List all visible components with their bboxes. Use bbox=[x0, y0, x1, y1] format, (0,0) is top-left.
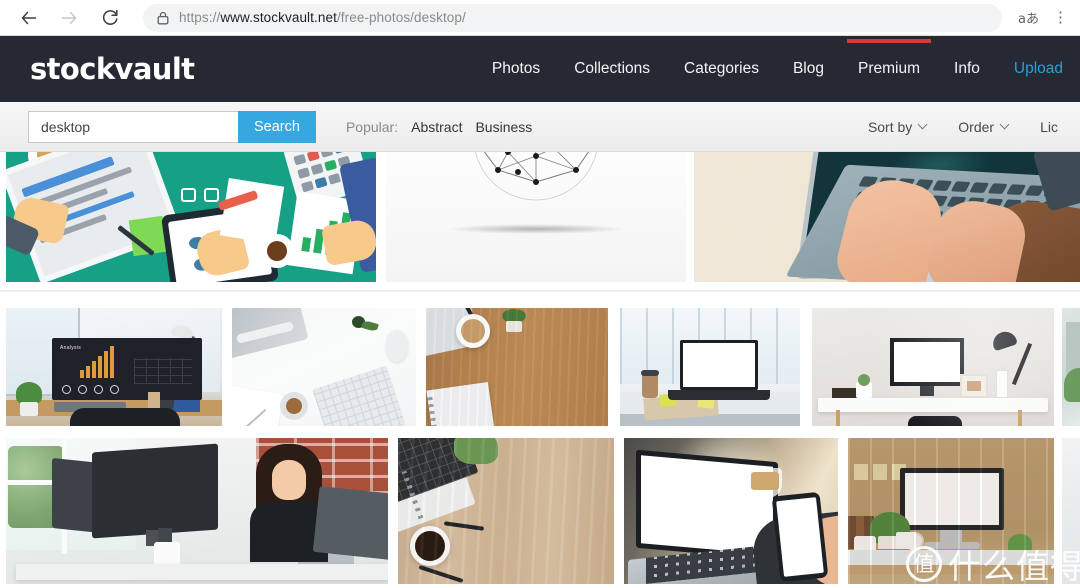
more-options-icon[interactable]: ⋮ bbox=[1047, 10, 1074, 25]
search-box: Search bbox=[28, 110, 316, 143]
nav-label: Collections bbox=[574, 60, 650, 77]
laptop-by-window-photo bbox=[620, 308, 800, 426]
url-scheme: https:// bbox=[179, 10, 221, 25]
globe-drop-shadow bbox=[446, 224, 626, 234]
typing-on-laptop-photo bbox=[694, 152, 1080, 282]
hero-thumb-flat-design-teal-office-desk-illustration[interactable] bbox=[6, 152, 376, 282]
browser-chrome: https://www.stockvault.net/free-photos/d… bbox=[0, 0, 1080, 36]
thumb-white-desk-monitor-lamp[interactable] bbox=[812, 308, 1054, 426]
thumb-woman-working-dual-monitors-brick-wall[interactable] bbox=[6, 438, 388, 584]
site-logo[interactable]: stockvault bbox=[30, 52, 195, 86]
search-toolbar: Search Popular: Abstract Business Sort b… bbox=[0, 102, 1080, 152]
license-label: Lic bbox=[1040, 118, 1058, 135]
nav-label: Premium bbox=[858, 60, 921, 77]
sort-by-dropdown[interactable]: Sort by bbox=[852, 119, 942, 135]
site-header: stockvault Photos Collections Categories… bbox=[0, 36, 1080, 102]
main-navigation: Photos Collections Categories Blog Premi… bbox=[475, 36, 1080, 102]
monitor-screen-title: Analysis bbox=[60, 345, 82, 351]
partial-photo-row1 bbox=[1062, 308, 1080, 426]
light-wood-flatlay-photo bbox=[398, 438, 614, 584]
photo-results-grid: Analysis bbox=[0, 296, 1080, 588]
nav-label: Blog bbox=[792, 60, 824, 77]
thumb-laptop-blank-screen-by-window[interactable] bbox=[620, 308, 800, 426]
order-label: Order bbox=[958, 118, 995, 135]
chevron-down-icon bbox=[917, 119, 928, 130]
section-divider bbox=[0, 290, 1080, 292]
forward-arrow-icon bbox=[60, 9, 78, 27]
back-button[interactable] bbox=[12, 1, 46, 35]
popular-label: Popular: bbox=[345, 118, 399, 135]
sort-by-label: Sort by bbox=[867, 118, 913, 135]
license-dropdown[interactable]: Lic bbox=[1024, 119, 1074, 135]
hero-image-strip bbox=[0, 152, 1080, 292]
hero-thumb-hands-typing-on-laptop[interactable] bbox=[694, 152, 1080, 282]
nav-item-photos[interactable]: Photos bbox=[475, 36, 557, 102]
nav-item-collections[interactable]: Collections bbox=[557, 36, 667, 102]
glasses-icon bbox=[181, 188, 219, 204]
nav-item-info[interactable]: Info bbox=[937, 36, 997, 102]
popular-link-business[interactable]: Business bbox=[475, 119, 532, 135]
active-nav-indicator bbox=[847, 39, 932, 43]
partial-photo-row2 bbox=[1062, 438, 1080, 584]
hero-thumb-wireframe-network-globe[interactable] bbox=[386, 152, 686, 282]
woman-at-desk-photo bbox=[6, 438, 388, 584]
search-button[interactable]: Search bbox=[238, 110, 316, 143]
thumb-white-desk-flatlay-keyboard-plant[interactable] bbox=[232, 308, 416, 426]
url-text: https://www.stockvault.net/free-photos/d… bbox=[179, 10, 466, 25]
monitor-analysis-dashboard: Analysis bbox=[52, 338, 202, 400]
popular-link-abstract[interactable]: Abstract bbox=[411, 119, 462, 135]
thumb-wood-desk-coffee-notebook[interactable] bbox=[426, 308, 608, 426]
nav-label: Photos bbox=[491, 60, 541, 77]
translate-icon[interactable]: aあ bbox=[1010, 4, 1047, 31]
white-desk-monitor-photo bbox=[812, 308, 1054, 426]
wooden-wall-desk-photo bbox=[848, 438, 1054, 584]
nav-item-categories[interactable]: Categories bbox=[667, 36, 776, 102]
network-mesh-icon bbox=[475, 152, 597, 201]
thumb-partial-thumbnail-right-edge-row1[interactable] bbox=[1062, 308, 1080, 426]
nav-label: Categories bbox=[684, 60, 759, 77]
chevron-down-icon bbox=[999, 119, 1010, 130]
thumb-office-monitor-analysis-dashboard[interactable]: Analysis bbox=[6, 308, 222, 426]
url-host: www.stockvault.net bbox=[220, 10, 337, 25]
search-input[interactable] bbox=[28, 110, 238, 143]
white-desk-flatlay-photo bbox=[232, 308, 416, 426]
laptop-smartphone-cafe-photo bbox=[624, 438, 838, 584]
forward-button[interactable] bbox=[52, 1, 86, 35]
nav-label: Info bbox=[954, 60, 980, 77]
thumb-imac-on-wooden-wall-desk[interactable] bbox=[848, 438, 1054, 584]
nav-item-upload[interactable]: Upload bbox=[997, 36, 1080, 102]
popular-searches: Popular: Abstract Business bbox=[346, 119, 532, 135]
thumb-partial-thumbnail-right-edge-row2[interactable] bbox=[1062, 438, 1080, 584]
back-arrow-icon bbox=[20, 9, 38, 27]
nav-item-blog[interactable]: Blog bbox=[776, 36, 841, 102]
wireframe-globe-illustration bbox=[386, 152, 686, 282]
lock-icon bbox=[157, 11, 169, 25]
url-path: /free-photos/desktop/ bbox=[336, 10, 466, 25]
office-photo: Analysis bbox=[6, 308, 222, 426]
reload-button[interactable] bbox=[93, 1, 127, 35]
reload-icon bbox=[101, 8, 120, 27]
thumb-laptop-and-smartphone-in-cafe[interactable] bbox=[624, 438, 838, 584]
filters-group: Sort by Order Lic bbox=[852, 119, 1080, 135]
browser-toolbar-right: aあ ⋮ bbox=[1010, 4, 1080, 31]
order-dropdown[interactable]: Order bbox=[942, 119, 1024, 135]
flat-desk-illustration bbox=[6, 152, 376, 282]
nav-label: Upload bbox=[1013, 60, 1063, 77]
thumb-light-wood-desk-flatlay-coffee[interactable] bbox=[398, 438, 614, 584]
wood-desk-photo bbox=[426, 308, 608, 426]
address-bar[interactable]: https://www.stockvault.net/free-photos/d… bbox=[143, 3, 1003, 32]
nav-item-premium[interactable]: Premium bbox=[841, 36, 937, 102]
